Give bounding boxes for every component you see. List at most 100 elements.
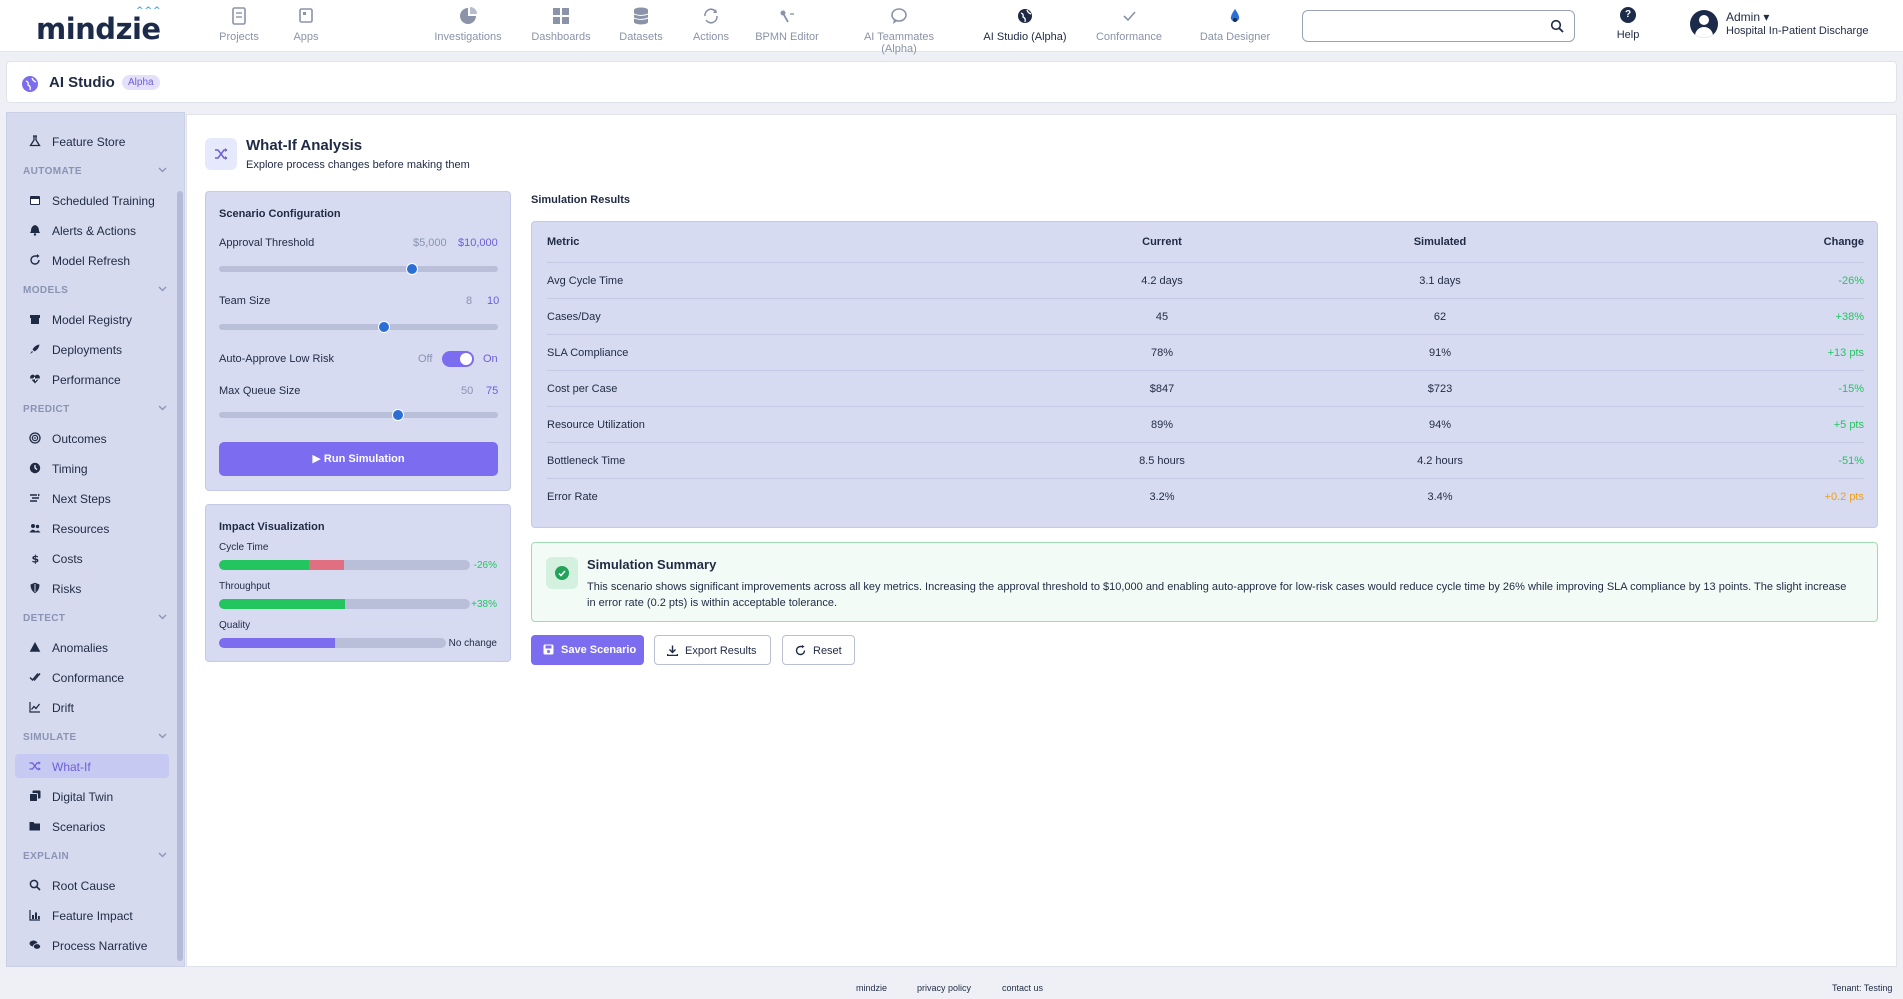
cell-current: 3.2% [1149,491,1175,503]
privacy-policy-link[interactable]: privacy policy [917,983,971,993]
sidebar-item-next-steps[interactable]: Next Steps [15,486,169,510]
column-header-metric: Metric [547,236,580,248]
sidebar-group-detect[interactable]: DETECT [23,613,167,624]
nav-apps[interactable]: Apps [256,5,356,43]
nav-label: AI Studio (Alpha) [983,31,1067,43]
warning-icon [29,642,41,652]
chevron-down-icon[interactable] [158,850,167,859]
approval-current-value: $5,000 [413,237,447,249]
sidebar-item-alerts-actions[interactable]: Alerts & Actions [15,218,169,242]
bar-fill-removed [309,560,345,570]
max-queue-slider[interactable] [219,409,498,421]
heart-icon [30,374,40,384]
nav-label: Datasets [619,31,663,43]
sidebar-item-process-narrative[interactable]: Process Narrative [15,933,169,957]
export-results-button[interactable]: Export Results [654,635,771,665]
chevron-down-icon[interactable] [158,731,167,740]
sidebar-item-label: Model Refresh [52,254,131,268]
sidebar-item-conformance[interactable]: Conformance [15,665,169,689]
nav-ai-studio[interactable]: AI Studio (Alpha) [975,5,1075,43]
cell-simulated: 62 [1433,311,1447,323]
sidebar-item-risks[interactable]: Risks [15,576,169,600]
sidebar-group-simulate[interactable]: SIMULATE [23,732,167,743]
check-icon [1123,11,1136,22]
chevron-down-icon[interactable] [158,403,167,412]
slider-handle[interactable] [405,263,418,275]
nav-investigations[interactable]: Investigations [418,5,518,43]
sidebar-item-scheduled-training[interactable]: Scheduled Training [15,188,169,212]
sidebar-item-deployments[interactable]: Deployments [15,337,169,361]
mindzie-logo[interactable]: mindzie ^^^ [36,6,161,46]
page-title: What-If Analysis [246,137,363,154]
sidebar-item-what-if[interactable]: What-If [15,754,169,778]
contact-us-link[interactable]: contact us [1002,983,1043,993]
chevron-down-icon[interactable] [158,284,167,293]
sidebar-item-performance[interactable]: Performance [15,367,169,391]
nav-label: BPMN Editor [755,31,819,43]
search-icon[interactable] [1550,19,1564,33]
reset-button[interactable]: Reset [782,635,855,665]
drop-icon [1230,9,1240,22]
sidebar-item-anomalies[interactable]: Anomalies [15,635,169,659]
sidebar-scrollbar[interactable] [177,191,183,961]
sidebar-group-explain[interactable]: EXPLAIN [23,851,167,862]
nav-bpmn-editor[interactable]: BPMN Editor [737,5,837,43]
nav-label: Conformance [1095,31,1163,43]
slider-handle[interactable] [377,321,390,333]
apps-icon [299,8,313,23]
help-button[interactable]: ? Help [1610,5,1646,41]
button-label: Reset [813,645,842,657]
button-label: Save Scenario [561,644,637,656]
sidebar-item-digital-twin[interactable]: Digital Twin [15,784,169,808]
sidebar-item-model-refresh[interactable]: Model Refresh [15,248,169,272]
approval-threshold-slider[interactable] [219,263,498,275]
sidebar-item-resources[interactable]: Resources [15,516,169,540]
panel-title: Scenario Configuration [219,208,341,220]
cell-metric: SLA Compliance [547,347,629,359]
nav-conformance[interactable]: Conformance [1079,5,1179,43]
page-icon [205,138,237,170]
column-header-simulated: Simulated [1413,236,1467,248]
sidebar-item-model-registry[interactable]: Model Registry [15,307,169,331]
search-input[interactable] [1302,10,1575,42]
user-tenant: Hospital In-Patient Discharge [1726,25,1869,37]
chevron-down-icon[interactable] [158,165,167,174]
sidebar-item-feature-impact[interactable]: Feature Impact [15,903,169,927]
cell-metric: Bottleneck Time [547,455,626,467]
run-simulation-button[interactable]: ▶ Run Simulation [219,442,498,476]
impact-value: +38% [471,599,497,610]
nav-ai-teammates[interactable]: AI Teammates (Alpha) [849,5,949,55]
sidebar-item-label: Root Cause [52,879,116,893]
save-scenario-button[interactable]: Save Scenario [531,635,644,665]
nav-data-designer[interactable]: Data Designer [1185,5,1285,43]
sidebar-item-label: Anomalies [52,641,109,655]
cell-change: +5 pts [1833,419,1864,431]
auto-approve-toggle[interactable] [442,351,474,367]
sidebar-item-timing[interactable]: Timing [15,456,169,480]
sidebar-item-label: Deployments [52,343,123,357]
sidebar-item-scenarios[interactable]: Scenarios [15,814,169,838]
sidebar-item-outcomes[interactable]: Outcomes [15,426,169,450]
approval-new-value: $10,000 [458,237,498,249]
sidebar-item-label: Conformance [52,671,125,685]
sidebar-group-predict[interactable]: PREDICT [23,404,167,415]
user-name: Admin ▾ [1726,10,1770,24]
sidebar-item-label: Drift [52,701,74,715]
sidebar-item-drift[interactable]: Drift [15,695,169,719]
save-icon [543,644,554,655]
column-header-change: Change [1823,236,1864,248]
sidebar-group-models[interactable]: MODELS [23,285,167,296]
bar-fill-improved [219,560,310,570]
slider-handle[interactable] [391,409,404,421]
toggle-on-label: On [483,353,498,365]
sidebar-item-costs[interactable]: $ Costs [15,546,169,570]
sidebar-item-feature-store[interactable]: Feature Store [15,129,169,153]
sidebar-group-automate[interactable]: AUTOMATE [23,166,167,177]
team-size-slider[interactable] [219,321,498,333]
logo-text: mindzie [36,12,161,46]
cycle-time-impact-bar [219,560,470,570]
rocket-icon [30,344,40,354]
chevron-down-icon[interactable] [158,612,167,621]
sidebar-item-root-cause[interactable]: Root Cause [15,873,169,897]
cell-metric: Cost per Case [547,383,618,395]
